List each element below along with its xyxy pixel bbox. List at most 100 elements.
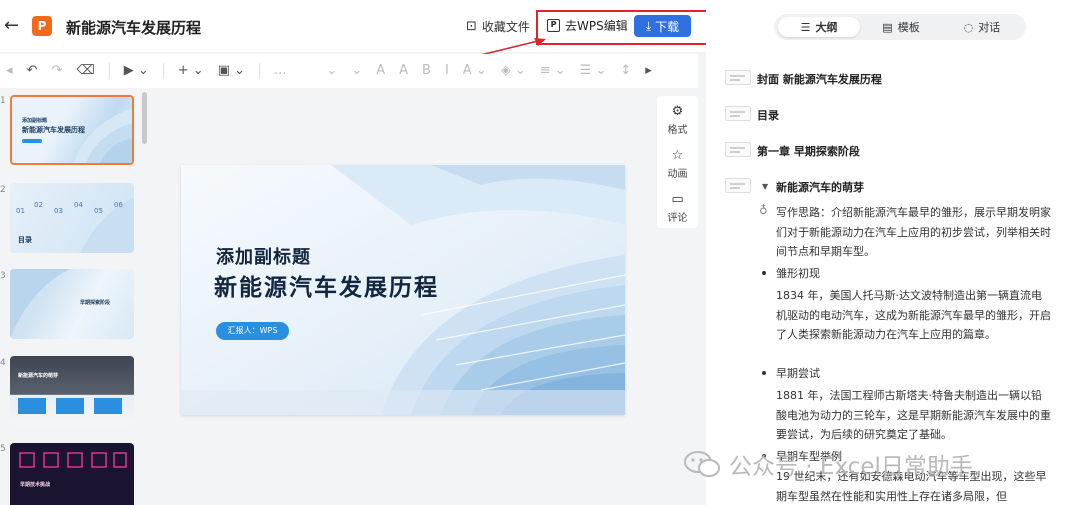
toolbar-scroll-right-icon[interactable]: ▸ — [645, 54, 652, 88]
app-window: ← P 新能源汽车发展历程 ⊡ 收藏文件 P 去WPS编辑 ⤓ 下载 ◂ ↶ ↷… — [0, 0, 1080, 505]
redo-icon[interactable]: ↷ — [51, 54, 62, 88]
thumbnail-number: 3 — [0, 271, 6, 281]
format-painter-icon[interactable]: ⌫ — [76, 54, 94, 88]
comment-tool[interactable]: ▭ 评论 — [657, 192, 698, 224]
line-spacing-icon[interactable]: ↕ — [620, 54, 631, 88]
comment-tool-label: 评论 — [667, 213, 688, 224]
thumbnail-card — [18, 398, 46, 414]
align-icon[interactable]: ≡ ⌄ — [540, 54, 566, 88]
tab-chat-label: 对话 — [978, 21, 1001, 34]
thumbnail-number: 4 — [0, 358, 6, 368]
tab-outline[interactable]: ☰ 大纲 — [778, 17, 860, 37]
list-bullet-icon[interactable]: ☰ ⌄ — [580, 54, 607, 88]
thumbnail-card — [56, 398, 84, 414]
outline-item-cover[interactable]: 封面 新能源汽车发展历程 — [757, 71, 882, 87]
format-tool-label: 格式 — [667, 125, 688, 136]
thumbnail-title: 早期技术挑战 — [20, 482, 51, 488]
layout-menu-icon[interactable]: ▣ ⌄ — [218, 54, 245, 88]
thumbnail-subtitle: 添加副标题 — [22, 118, 48, 124]
star-icon: ☆ — [671, 148, 684, 163]
toolbar-divider — [162, 63, 164, 79]
chat-icon: ◌ — [963, 20, 974, 34]
outline-page-icon — [725, 142, 751, 157]
toolbar-divider — [259, 63, 260, 79]
svg-text:02: 02 — [34, 201, 43, 209]
tab-chat[interactable]: ◌ 对话 — [942, 17, 1022, 37]
bullet-heading: 雏形初现 — [776, 267, 820, 280]
italic-icon[interactable]: I — [445, 54, 449, 88]
slide-subtitle[interactable]: 添加副标题 — [216, 243, 311, 269]
tab-template-label: 模板 — [897, 21, 920, 34]
back-arrow-icon[interactable]: ← — [4, 16, 22, 36]
font-name-select[interactable]: ... — [274, 54, 286, 88]
bullet-dot — [762, 371, 766, 375]
insert-menu-icon[interactable]: + ⌄ — [178, 54, 204, 88]
thumbnail-scrollbar[interactable] — [142, 92, 147, 144]
outline-item-toc[interactable]: 目录 — [757, 107, 779, 123]
editing-toolbar: ◂ ↶ ↷ ⌫ ▶ ⌄ + ⌄ ▣ ⌄ ... ⌄ ⌄ A A B I A ⌄ … — [0, 54, 698, 88]
watermark: 公众号 · Excel日常助手 — [683, 447, 973, 481]
toolbar-scroll-left-icon[interactable]: ◂ — [6, 54, 13, 88]
slide-thumbnail-3[interactable]: 早期探索阶段 — [10, 269, 134, 339]
current-slide[interactable]: 添加副标题 新能源汽车发展历程 汇报人：WPS — [181, 165, 625, 415]
font-color-icon[interactable]: A ⌄ — [463, 54, 487, 88]
bullet-paragraph: 1834 年，美国人托马斯·达文波特制造出第一辆直流电机驱动的电动汽车，这成为新… — [776, 289, 1051, 341]
collapse-caret-icon[interactable]: ▼ — [762, 182, 768, 191]
outline-page-icon — [725, 70, 751, 85]
template-icon: ▤ — [882, 20, 893, 34]
presenter-tag[interactable]: 汇报人：WPS — [216, 322, 289, 340]
gear-icon: ⚙ — [671, 104, 684, 119]
animation-tool-label: 动画 — [667, 169, 688, 180]
toolbar-divider — [108, 63, 110, 79]
presentation-logo-icon: P — [32, 16, 52, 36]
slide-thumbnail-4[interactable]: 新能源汽车的萌芽 — [10, 356, 134, 426]
slide-thumbnail-5[interactable]: 早期技术挑战 — [10, 443, 134, 505]
document-title: 新能源汽车发展历程 — [66, 19, 202, 37]
thumbnail-title: 新能源汽车发展历程 — [22, 126, 85, 134]
slide-side-tools: ⚙ 格式 ☆ 动画 ▭ 评论 — [657, 96, 698, 228]
lightbulb-icon: ♁ — [759, 203, 768, 217]
comment-icon: ▭ — [671, 192, 684, 207]
bullet-dot — [762, 271, 766, 275]
play-menu-icon[interactable]: ▶ ⌄ — [124, 54, 149, 88]
svg-text:06: 06 — [114, 201, 123, 209]
bullet-heading: 早期尝试 — [776, 367, 820, 380]
thumbnail-title: 早期探索阶段 — [80, 300, 111, 306]
wechat-icon — [684, 451, 720, 477]
svg-text:01: 01 — [16, 207, 25, 215]
undo-icon[interactable]: ↶ — [27, 54, 38, 88]
svg-text:05: 05 — [94, 207, 103, 215]
thumbnail-title: 新能源汽车的萌芽 — [18, 373, 59, 379]
increase-font-icon[interactable]: A — [376, 54, 385, 88]
outline-page-icon — [725, 178, 751, 193]
decrease-font-icon[interactable]: A — [399, 54, 408, 88]
format-tool[interactable]: ⚙ 格式 — [657, 104, 698, 136]
outline-item-section[interactable]: 新能源汽车的萌芽 — [776, 179, 864, 195]
thumbnail-art — [10, 269, 70, 339]
thumbnail-card — [94, 398, 122, 414]
bullet-paragraph: 1881 年，法国工程师古斯塔夫·特鲁夫制造出一辆以铅酸电池为动力的三轮车，这是… — [776, 389, 1051, 441]
panel-tab-bar: ☰ 大纲 ▤ 模板 ◌ 对话 — [774, 14, 1026, 40]
outline-item-chapter[interactable]: 第一章 早期探索阶段 — [757, 143, 860, 159]
tab-outline-label: 大纲 — [815, 21, 838, 34]
writing-idea-text: 写作思路：介绍新能源汽车最早的雏形，展示早期发明家们对于新能源动力在汽车上应用的… — [776, 206, 1051, 258]
outline-page-icon — [725, 106, 751, 121]
thumbnail-title: 目录 — [18, 236, 32, 244]
thumbnail-number: 5 — [0, 444, 6, 454]
watermark-text: 公众号 · Excel日常助手 — [729, 454, 973, 480]
list-icon: ☰ — [800, 20, 811, 34]
thumbnail-number: 1 — [0, 96, 6, 106]
thumbnail-number: 2 — [0, 185, 6, 195]
thumbnail-tag — [22, 139, 42, 143]
slide-thumbnail-1[interactable]: 添加副标题 新能源汽车发展历程 — [10, 95, 134, 165]
thumbnail-art — [19, 452, 127, 468]
font-size-chevron-icon[interactable]: ⌄ — [351, 54, 362, 88]
svg-text:03: 03 — [54, 207, 63, 215]
tab-template[interactable]: ▤ 模板 — [860, 17, 942, 37]
bold-icon[interactable]: B — [422, 54, 431, 88]
font-select-chevron-icon[interactable]: ⌄ — [326, 54, 337, 88]
highlight-color-icon[interactable]: ◈ ⌄ — [501, 54, 526, 88]
slide-thumbnail-2[interactable]: 01 02 03 04 05 06 目录 — [10, 183, 134, 253]
slide-title[interactable]: 新能源汽车发展历程 — [214, 268, 439, 302]
animation-tool[interactable]: ☆ 动画 — [657, 148, 698, 180]
